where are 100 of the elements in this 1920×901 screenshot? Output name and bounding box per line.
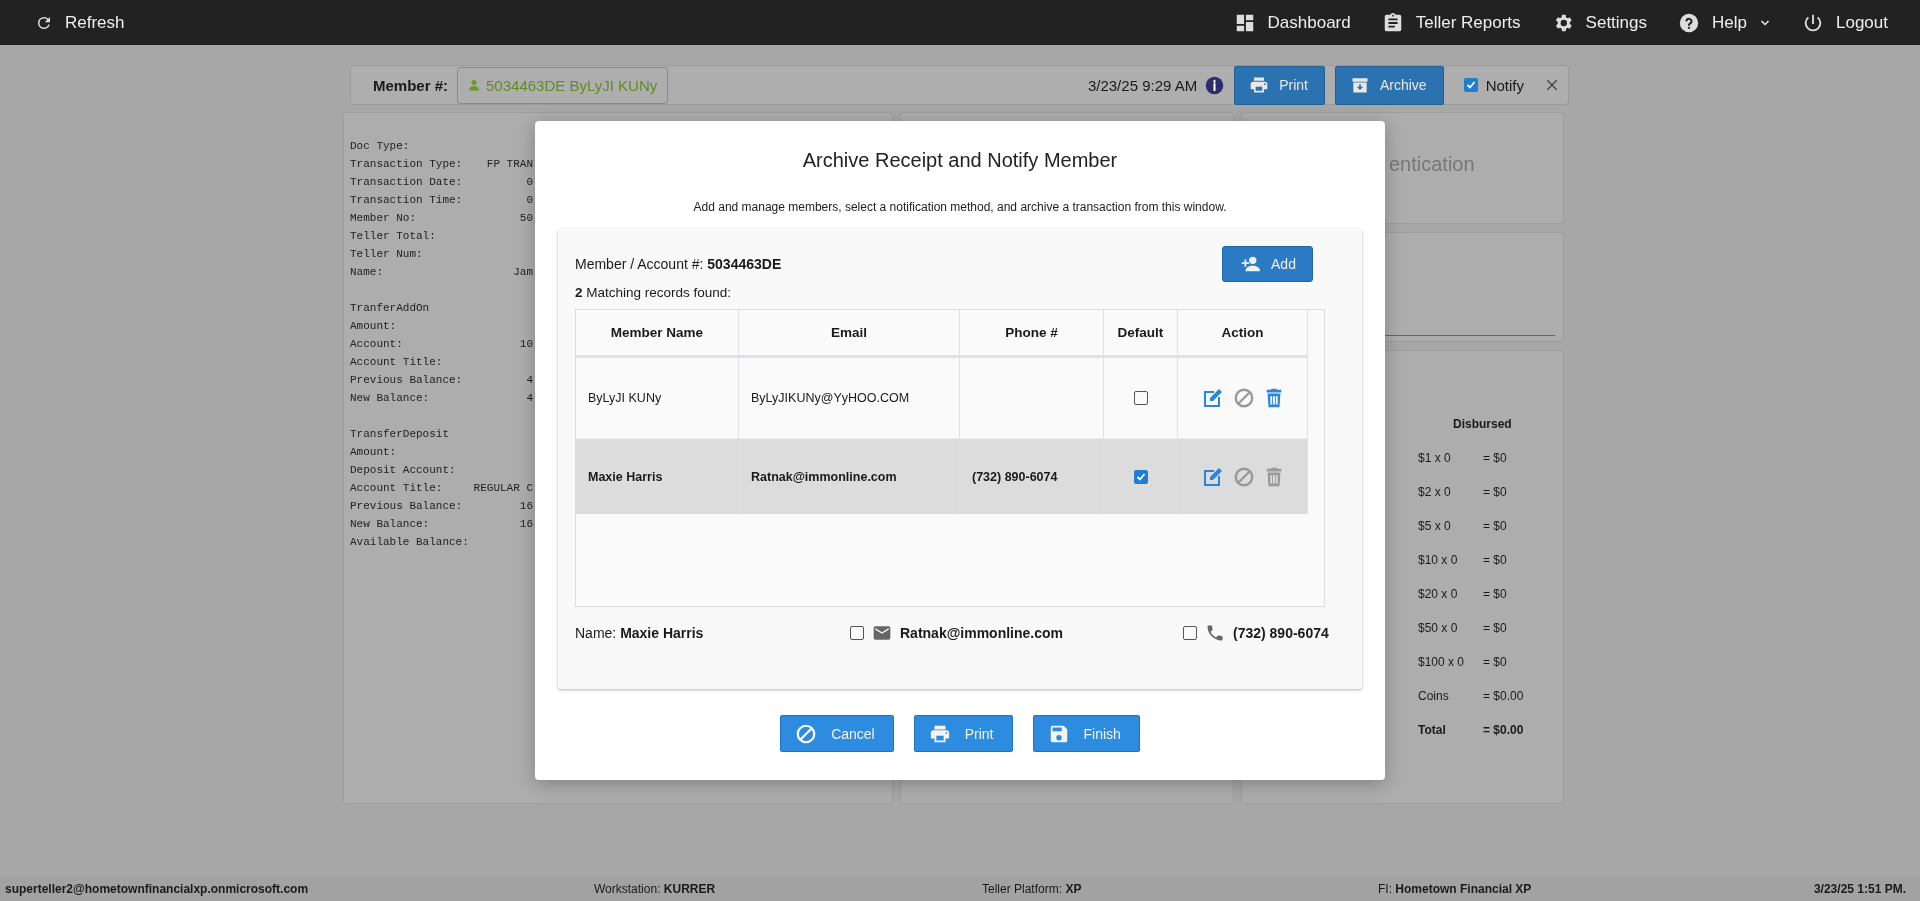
amount: = $0 <box>1483 451 1508 465</box>
denomination: Coins <box>1418 689 1450 703</box>
receipt-value: Jam <box>513 265 533 280</box>
nav-link[interactable]: Dashboard <box>1233 11 1351 34</box>
amount: = $0 <box>1483 621 1508 635</box>
column-header: Phone # <box>960 310 1104 358</box>
table-cell[interactable]: Ratnak@immonline.com <box>739 439 960 514</box>
receipt-label: Amount: <box>350 319 397 334</box>
close-icon <box>1544 77 1560 93</box>
amount: = $0 <box>1483 519 1508 533</box>
block-button[interactable] <box>1232 387 1255 409</box>
block-button[interactable] <box>1232 465 1255 488</box>
receipt-label: Account Title: <box>350 355 443 370</box>
user-email: superteller2@hometownfinancialxp.onmicrosoft.com <box>5 881 310 896</box>
receipt-label: Previous Balance: <box>350 373 463 388</box>
receipt-label: Transaction Date: <box>350 175 463 190</box>
amount: = $0 <box>1483 485 1508 499</box>
column-header: Default <box>1104 310 1178 358</box>
status-item: Workstation: KURRER <box>594 881 717 896</box>
receipt-value: 4 <box>526 373 533 388</box>
phone-checkbox[interactable] <box>1183 626 1197 640</box>
dialog-title: Archive Receipt and Notify Member <box>802 148 1118 173</box>
receipt-label: Transaction Time: <box>350 193 463 208</box>
dialog-subtitle: Add and manage members, select a notification method, and archive a transaction from this window. <box>693 199 1227 215</box>
amount: = $0.00 <box>1483 689 1525 703</box>
nav-link[interactable]: Logout <box>1802 11 1888 34</box>
receipt-label: Name: <box>350 265 383 280</box>
default-checkbox[interactable] <box>1133 391 1148 405</box>
receipt-value: 0 <box>526 193 533 208</box>
printer-icon <box>1249 75 1270 95</box>
receipt-label: Member No: <box>350 211 416 226</box>
block-icon <box>1232 465 1255 488</box>
column-header: Member Name <box>576 310 739 358</box>
denomination: $50 x 0 <box>1418 621 1459 635</box>
receipt-value: FP TRAN <box>486 157 533 172</box>
receipt-heading: TranferAddOn <box>350 301 430 316</box>
nav-link[interactable]: Settings <box>1551 11 1648 34</box>
receipt-label: Teller Total: <box>350 229 436 244</box>
amount: = $0 <box>1483 587 1508 601</box>
info-icon <box>1205 75 1225 95</box>
receipt-label: Account: <box>350 337 403 352</box>
denomination: $20 x 0 <box>1418 587 1459 601</box>
receipt-value: 0 <box>526 175 533 190</box>
close-button[interactable] <box>1544 77 1560 93</box>
receipt-label: Teller Num: <box>350 247 423 262</box>
receipt-label: Doc Type: <box>350 139 410 154</box>
column-header: Email <box>739 310 960 358</box>
amount: = $0 <box>1483 553 1508 567</box>
table-cell[interactable]: (732) 890-6074 <box>960 439 1104 514</box>
nav-link[interactable]: Help <box>1678 11 1771 34</box>
denomination: $5 x 0 <box>1418 519 1452 533</box>
table-cell[interactable]: Maxie Harris <box>576 439 739 514</box>
column-header: Action <box>1178 310 1308 358</box>
receipt-value: 10 <box>519 337 533 352</box>
receipt-label: Previous Balance: <box>350 499 463 514</box>
receipt-value: 4 <box>526 391 533 406</box>
timestamp: 3/23/25 9:29 AM <box>1087 76 1198 94</box>
phone-icon <box>1205 623 1225 643</box>
notify-label: Notify <box>1485 76 1524 94</box>
status-item: Teller Platform: XP <box>982 881 1083 896</box>
contact-name: Name: Maxie Harris <box>575 624 705 643</box>
contact-phone: (732) 890-6074 <box>1233 624 1329 643</box>
receipt-value: REGULAR C <box>473 481 533 496</box>
help-icon <box>1678 11 1701 34</box>
notify-checkbox[interactable] <box>1463 78 1478 92</box>
receipt-value: 16 <box>519 517 533 532</box>
receipt-value: 16 <box>519 499 533 514</box>
denomination: $100 x 0 <box>1418 655 1466 669</box>
account-line: Member / Account #: 5034463DE <box>575 256 782 272</box>
amount: = $0.00 <box>1483 723 1525 737</box>
receipt-label: Deposit Account: <box>350 463 456 478</box>
nav-link[interactable]: Teller Reports <box>1381 11 1521 34</box>
block-icon <box>1232 387 1255 409</box>
disbursed-heading: Disbursed <box>1452 417 1513 431</box>
default-checkbox[interactable] <box>1133 469 1148 484</box>
denomination: Total <box>1418 723 1447 737</box>
mail-icon <box>872 623 892 643</box>
refresh-button[interactable]: Refresh <box>35 12 125 33</box>
member-label: Member #: <box>373 76 449 94</box>
add-button[interactable]: Add <box>1222 246 1313 282</box>
archive-button[interactable]: Archive <box>1334 65 1444 105</box>
denomination: $10 x 0 <box>1418 553 1459 567</box>
contact-email: Ratnak@immonline.com <box>900 624 1064 643</box>
print-button[interactable]: Print <box>1234 65 1325 105</box>
receipt-label: Transaction Type: <box>350 157 463 172</box>
receipt-label: Account Title: <box>350 481 443 496</box>
receipt-label: Amount: <box>350 445 397 460</box>
receipt-label: New Balance: <box>350 517 430 532</box>
receipt-value: 50 <box>519 211 533 226</box>
receipt-label: Available Balance: <box>350 535 469 550</box>
receipt-label: New Balance: <box>350 391 430 406</box>
status-datetime: 3/23/25 1:51 PM. <box>1813 881 1906 896</box>
denomination: $2 x 0 <box>1418 485 1452 499</box>
amount: = $0 <box>1483 655 1508 669</box>
receipt-heading: TransferDeposit <box>350 427 450 442</box>
denomination: $1 x 0 <box>1418 451 1452 465</box>
person-icon <box>468 79 481 91</box>
match-count: 2 Matching records found: <box>575 284 733 302</box>
cancel-icon <box>795 722 818 745</box>
email-checkbox[interactable] <box>850 626 864 640</box>
